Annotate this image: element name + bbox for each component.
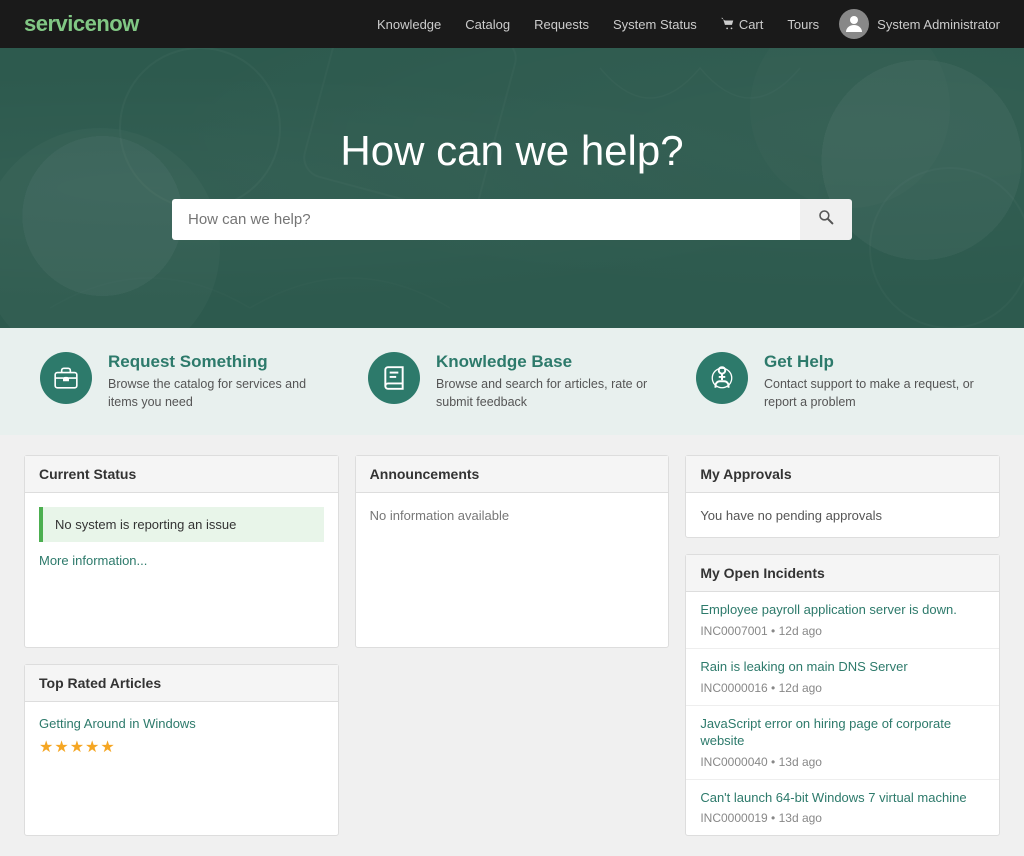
- empty-cell: [355, 664, 670, 837]
- feature-help[interactable]: Get Help Contact support to make a reque…: [696, 352, 984, 411]
- incident-link-1[interactable]: Rain is leaking on main DNS Server: [700, 659, 985, 676]
- nav-cart[interactable]: Cart: [721, 17, 764, 32]
- nav-knowledge[interactable]: Knowledge: [377, 17, 441, 32]
- search-input[interactable]: [172, 199, 800, 240]
- briefcase-icon: [53, 365, 79, 391]
- incident-meta-1: INC0000016 • 12d ago: [700, 681, 822, 695]
- logo[interactable]: servicenow: [24, 11, 139, 37]
- incident-link-2[interactable]: JavaScript error on hiring page of corpo…: [700, 716, 985, 750]
- nav-system-status[interactable]: System Status: [613, 17, 697, 32]
- top-articles-body: Getting Around in Windows ★★★★★: [25, 702, 338, 771]
- hero-background: [0, 48, 1024, 328]
- nav-catalog[interactable]: Catalog: [465, 17, 510, 32]
- cart-icon: [721, 17, 735, 31]
- approvals-body: You have no pending approvals: [686, 493, 999, 537]
- nav-links: Knowledge Catalog Requests System Status…: [377, 16, 819, 32]
- nav-tours[interactable]: Tours: [787, 17, 819, 32]
- incidents-card: My Open Incidents Employee payroll appli…: [685, 554, 1000, 836]
- feature-request[interactable]: Request Something Browse the catalog for…: [40, 352, 328, 411]
- feature-knowledge[interactable]: Knowledge Base Browse and search for art…: [368, 352, 656, 411]
- current-status-header: Current Status: [25, 456, 338, 493]
- request-icon: [40, 352, 92, 404]
- top-articles-card: Top Rated Articles Getting Around in Win…: [24, 664, 339, 837]
- incident-meta-2: INC0000040 • 13d ago: [700, 755, 822, 769]
- incidents-header: My Open Incidents: [686, 555, 999, 592]
- incident-item[interactable]: JavaScript error on hiring page of corpo…: [686, 706, 999, 780]
- feature-help-text: Get Help Contact support to make a reque…: [764, 352, 984, 411]
- announcements-header: Announcements: [356, 456, 669, 493]
- status-bar: No system is reporting an issue: [39, 507, 324, 542]
- nav-user[interactable]: System Administrator: [839, 9, 1000, 39]
- knowledge-icon-circle: [368, 352, 420, 404]
- help-icon-circle: [696, 352, 748, 404]
- feature-request-text: Request Something Browse the catalog for…: [108, 352, 328, 411]
- person-icon: [709, 365, 735, 391]
- announcements-card: Announcements No information available: [355, 455, 670, 648]
- hero-title: How can we help?: [340, 127, 683, 175]
- search-button[interactable]: [800, 199, 852, 240]
- current-status-body: No system is reporting an issue More inf…: [25, 493, 338, 582]
- features-strip: Request Something Browse the catalog for…: [0, 328, 1024, 435]
- announcements-message: No information available: [370, 508, 509, 523]
- incident-link-0[interactable]: Employee payroll application server is d…: [700, 602, 985, 619]
- more-info-link[interactable]: More information...: [39, 553, 147, 568]
- article-link-0[interactable]: Getting Around in Windows: [39, 716, 324, 731]
- hero-search-bar: [172, 199, 852, 240]
- approvals-message: You have no pending approvals: [700, 508, 882, 523]
- incident-item[interactable]: Employee payroll application server is d…: [686, 592, 999, 649]
- article-stars-0: ★★★★★: [39, 737, 324, 757]
- feature-help-desc: Contact support to make a request, or re…: [764, 376, 984, 411]
- feature-request-title: Request Something: [108, 352, 328, 372]
- approvals-header: My Approvals: [686, 456, 999, 493]
- incident-meta-0: INC0007001 • 12d ago: [700, 624, 822, 638]
- search-icon: [818, 209, 834, 225]
- incidents-list: Employee payroll application server is d…: [686, 592, 999, 835]
- feature-knowledge-text: Knowledge Base Browse and search for art…: [436, 352, 656, 411]
- main-content: Current Status No system is reporting an…: [0, 435, 1024, 856]
- book-icon: [381, 365, 407, 391]
- current-status-card: Current Status No system is reporting an…: [24, 455, 339, 648]
- status-message: No system is reporting an issue: [55, 517, 236, 532]
- feature-knowledge-desc: Browse and search for articles, rate or …: [436, 376, 656, 411]
- approvals-card: My Approvals You have no pending approva…: [685, 455, 1000, 538]
- right-column: My Approvals You have no pending approva…: [685, 455, 1000, 836]
- feature-knowledge-title: Knowledge Base: [436, 352, 656, 372]
- feature-help-title: Get Help: [764, 352, 984, 372]
- top-articles-header: Top Rated Articles: [25, 665, 338, 702]
- incident-link-3[interactable]: Can't launch 64-bit Windows 7 virtual ma…: [700, 790, 985, 807]
- incident-meta-3: INC0000019 • 13d ago: [700, 811, 822, 825]
- navbar: servicenow Knowledge Catalog Requests Sy…: [0, 0, 1024, 48]
- user-avatar-icon: [842, 12, 866, 36]
- incident-item[interactable]: Rain is leaking on main DNS Server INC00…: [686, 649, 999, 706]
- incident-item[interactable]: Can't launch 64-bit Windows 7 virtual ma…: [686, 780, 999, 836]
- avatar: [839, 9, 869, 39]
- nav-requests[interactable]: Requests: [534, 17, 589, 32]
- announcements-body: No information available: [356, 493, 669, 537]
- hero-section: How can we help?: [0, 48, 1024, 328]
- feature-request-desc: Browse the catalog for services and item…: [108, 376, 328, 411]
